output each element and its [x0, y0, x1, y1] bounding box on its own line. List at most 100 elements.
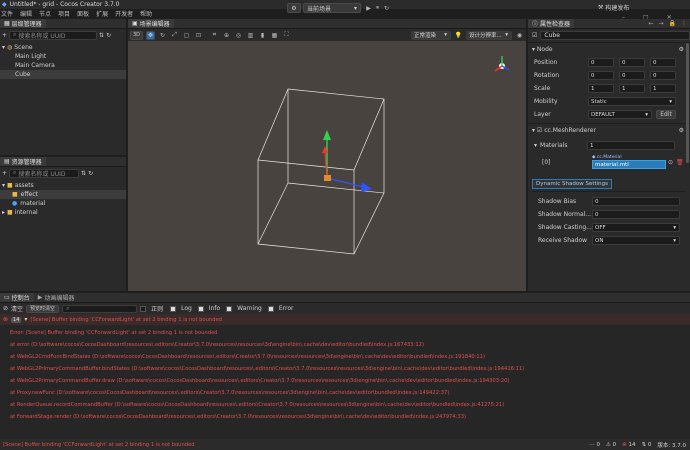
expand-icon[interactable]: ▸ — [2, 209, 5, 216]
expand-icon[interactable]: ▾ — [2, 44, 5, 51]
shadow-casting-select[interactable]: OFF ▾ — [592, 223, 680, 232]
tree-item-scene[interactable]: ▾ ◍ Scene — [0, 43, 126, 52]
log-line[interactable]: at WebGL2PrimaryCommandBuffer.draw (D:\s… — [10, 375, 690, 387]
arrow-left-icon[interactable]: ← — [648, 20, 653, 27]
build-publish-button[interactable]: ⚒ 构建发布 — [598, 2, 629, 12]
menu-item[interactable]: 扩展 — [96, 9, 108, 18]
info-checkbox[interactable] — [197, 305, 204, 312]
log-checkbox[interactable] — [170, 305, 177, 312]
receive-shadow-select[interactable]: ON ▾ — [592, 236, 680, 245]
render-mode-select[interactable]: 正常渲染 ▾ — [411, 30, 451, 40]
align-icon[interactable]: ▥ — [246, 31, 255, 40]
clear-on-preview-button[interactable]: 预览时清空 — [26, 304, 60, 313]
position-y-input[interactable]: 0 — [619, 58, 645, 67]
tab-dynamic-shadow[interactable]: Dynamic Shadow Settings — [532, 179, 613, 189]
expand-icon[interactable]: ▾ — [24, 316, 27, 323]
menu-item[interactable]: 面板 — [77, 9, 89, 18]
position-x-input[interactable]: 0 — [588, 58, 614, 67]
more-icon[interactable]: ⋮ — [681, 20, 687, 27]
clear-button[interactable]: 清空 — [11, 304, 23, 313]
refresh-icon[interactable]: ↻ — [106, 32, 111, 39]
shadow-bias-input[interactable]: 0 — [592, 197, 680, 206]
add-icon[interactable]: + — [2, 32, 7, 39]
add-icon[interactable]: + — [2, 170, 7, 177]
status-log-count[interactable]: ⋯ 0 — [589, 442, 600, 448]
rotation-z-input[interactable]: 0 — [650, 71, 676, 80]
rotation-x-input[interactable]: 0 — [588, 71, 614, 80]
tab-console[interactable]: ▭ 控制台 — [0, 293, 34, 302]
pause-icon[interactable]: ⏸ — [373, 4, 382, 13]
gear-icon[interactable]: ⚙ — [679, 127, 684, 134]
status-info-count[interactable]: ⇅ 0 — [642, 442, 652, 448]
grid-icon[interactable]: ▦ — [270, 31, 279, 40]
status-error-count[interactable]: ⊗ 14 — [622, 442, 635, 448]
tree-item-main-camera[interactable]: Main Camera — [0, 61, 126, 70]
shadow-normal-input[interactable]: 0 — [592, 210, 680, 219]
console-filter-input[interactable]: ⌕ — [62, 304, 138, 313]
tree-item-assets[interactable]: ▾ ■ assets — [0, 181, 126, 190]
scale-tool-icon[interactable]: ⤢ — [170, 31, 179, 40]
active-checkbox[interactable]: ☑ — [532, 32, 537, 39]
tab-scene[interactable]: ▣ 场景编辑器 — [128, 19, 174, 28]
layer-edit-button[interactable]: Edit — [656, 110, 676, 119]
layer-select[interactable]: DEFAULT ▾ — [588, 110, 652, 119]
error-checkbox[interactable] — [267, 305, 274, 312]
locate-icon[interactable]: ⊙ — [668, 159, 673, 166]
console-error-header[interactable]: ⊗ 14 ▾ [Scene] Buffer binding 'CCForward… — [0, 314, 690, 325]
log-line[interactable]: at error (D:\software\cocos\CocosDashboa… — [10, 339, 690, 351]
mode-3d-button[interactable]: 3D — [130, 30, 143, 40]
light-icon[interactable]: 💡 — [454, 31, 463, 40]
scene-mode-select[interactable]: 当前场景 ▾ — [303, 3, 361, 13]
tree-item-cube[interactable]: Cube — [0, 70, 126, 79]
node-name-input[interactable]: Cube — [540, 31, 690, 40]
status-warn-count[interactable]: ⚠ 0 — [606, 442, 616, 448]
sort-icon[interactable]: ⇅ — [81, 170, 86, 177]
node-section-header[interactable]: ▾ Node ⚙ — [528, 43, 690, 56]
regex-checkbox[interactable] — [140, 305, 147, 312]
scale-x-input[interactable]: 1 — [588, 84, 614, 93]
log-line[interactable]: at Proxy.newFunc (D:\software\cocos\Coco… — [10, 387, 690, 399]
tree-item-main-light[interactable]: Main Light — [0, 52, 126, 61]
fullscreen-icon[interactable]: ⛶ — [282, 31, 291, 40]
menu-item[interactable]: 帮助 — [140, 9, 152, 18]
play-icon[interactable]: ▶ — [364, 4, 373, 13]
inspector-scrollbar[interactable] — [686, 43, 689, 163]
menu-item[interactable]: 开发者 — [115, 9, 133, 18]
transform-tool-icon[interactable]: ⊡ — [194, 31, 203, 40]
arrow-right-icon[interactable]: → — [658, 20, 663, 27]
move-gizmo[interactable] — [322, 130, 372, 192]
delete-icon[interactable]: 🗑 — [676, 159, 684, 166]
expand-icon[interactable]: ▾ — [2, 182, 5, 189]
settings-button[interactable]: ⚙ — [287, 3, 301, 13]
log-line[interactable]: at ForwardStage.render (D:\software\coco… — [10, 411, 690, 423]
tab-assets[interactable]: ▤ 资源管理器 — [0, 157, 46, 166]
pivot-icon[interactable]: ◎ — [234, 31, 243, 40]
log-line[interactable]: at RenderQueue.recordCommandBuffer (D:\s… — [10, 399, 690, 411]
expand-icon[interactable]: ▾ — [534, 142, 537, 149]
menu-item[interactable]: 文件 — [1, 9, 13, 18]
position-z-input[interactable]: 0 — [650, 58, 676, 67]
scene-viewport[interactable] — [128, 41, 526, 291]
rotation-y-input[interactable]: 0 — [619, 71, 645, 80]
mobility-select[interactable]: Static ▾ — [588, 97, 676, 106]
lock-icon[interactable]: 🔒 — [669, 20, 676, 27]
assets-search-input[interactable]: ⌕ 搜索名称或 UUID — [9, 168, 80, 178]
orientation-gizmo[interactable] — [494, 56, 510, 72]
rotate-tool-icon[interactable]: ↻ — [158, 31, 167, 40]
gear-icon[interactable]: ⚙ — [679, 46, 684, 53]
sort-icon[interactable]: ⇅ — [99, 32, 104, 39]
rect-tool-icon[interactable]: ▢ — [182, 31, 191, 40]
tab-hierarchy[interactable]: ▦ 层级管理器 — [0, 19, 46, 28]
scale-z-input[interactable]: 1 — [650, 84, 676, 93]
log-line[interactable]: Error: [Scene] Buffer binding 'CCForward… — [10, 327, 690, 339]
tree-item-effect[interactable]: ■ effect — [0, 190, 126, 199]
refresh-icon[interactable]: ↻ — [88, 170, 93, 177]
clear-icon[interactable]: ⊘ — [3, 305, 8, 312]
scale-y-input[interactable]: 1 — [619, 84, 645, 93]
hierarchy-search-input[interactable]: ⌕ 搜索名称或 UUID — [9, 30, 98, 40]
material-field[interactable]: ◆ cc.Material material.mtl — [592, 155, 666, 169]
camera-icon[interactable]: ▮ — [258, 31, 267, 40]
menu-item[interactable]: 项目 — [58, 9, 70, 18]
snap-icon[interactable]: ⌗ — [210, 31, 219, 40]
design-resolution-select[interactable]: 设计分辨率... ▾ — [466, 30, 512, 40]
